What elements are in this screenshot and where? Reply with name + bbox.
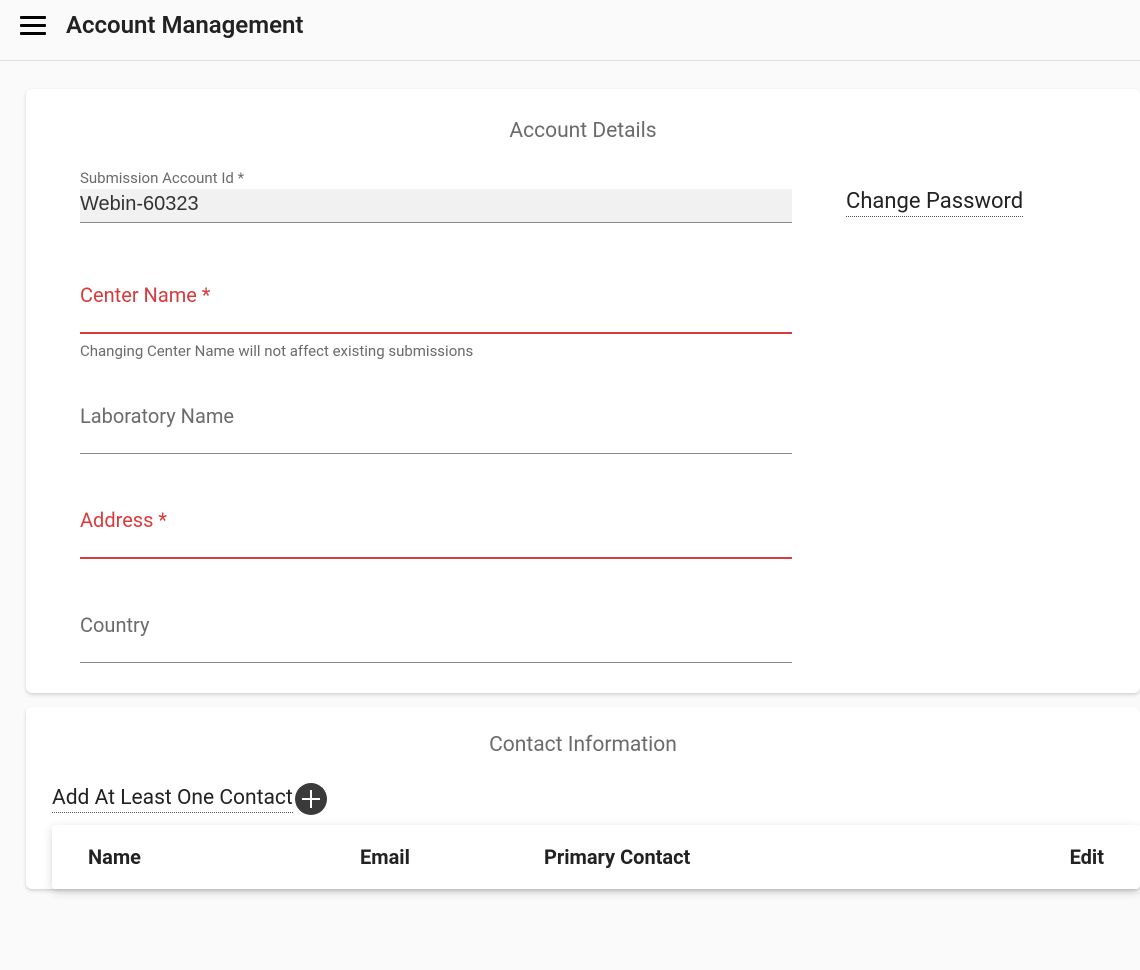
app-header: Account Management: [0, 0, 1140, 61]
field-lab-name: Laboratory Name: [80, 404, 792, 454]
lab-name-label: Laboratory Name: [80, 404, 792, 434]
page-title: Account Management: [66, 11, 303, 39]
field-address: Address *: [80, 508, 792, 559]
change-password-link[interactable]: Change Password: [846, 189, 1023, 217]
field-center-name: Center Name * Changing Center Name will …: [80, 283, 792, 360]
th-primary: Primary Contact: [544, 845, 1044, 869]
th-email: Email: [360, 845, 544, 869]
address-label: Address *: [80, 508, 792, 538]
center-name-hint: Changing Center Name will not affect exi…: [80, 342, 792, 360]
add-contact-link[interactable]: Add At Least One Contact: [52, 786, 293, 813]
table-header-row: Name Email Primary Contact Edit: [52, 825, 1140, 889]
account-id-input: [80, 189, 792, 223]
menu-icon[interactable]: [20, 10, 50, 40]
contacts-table: Name Email Primary Contact Edit: [52, 825, 1140, 889]
center-name-label: Center Name *: [80, 283, 792, 313]
field-country: Country: [80, 613, 792, 663]
th-edit: Edit: [1044, 845, 1104, 869]
th-name: Name: [88, 845, 360, 869]
field-account-id: Submission Account Id *: [80, 169, 792, 223]
plus-circle-icon[interactable]: [295, 783, 327, 815]
contact-info-card: Contact Information Add At Least One Con…: [26, 707, 1140, 889]
country-label: Country: [80, 613, 792, 643]
contact-info-title: Contact Information: [26, 733, 1140, 757]
account-id-label: Submission Account Id *: [80, 169, 792, 187]
account-details-title: Account Details: [26, 119, 1140, 143]
account-details-card: Account Details Submission Account Id * …: [26, 89, 1140, 693]
